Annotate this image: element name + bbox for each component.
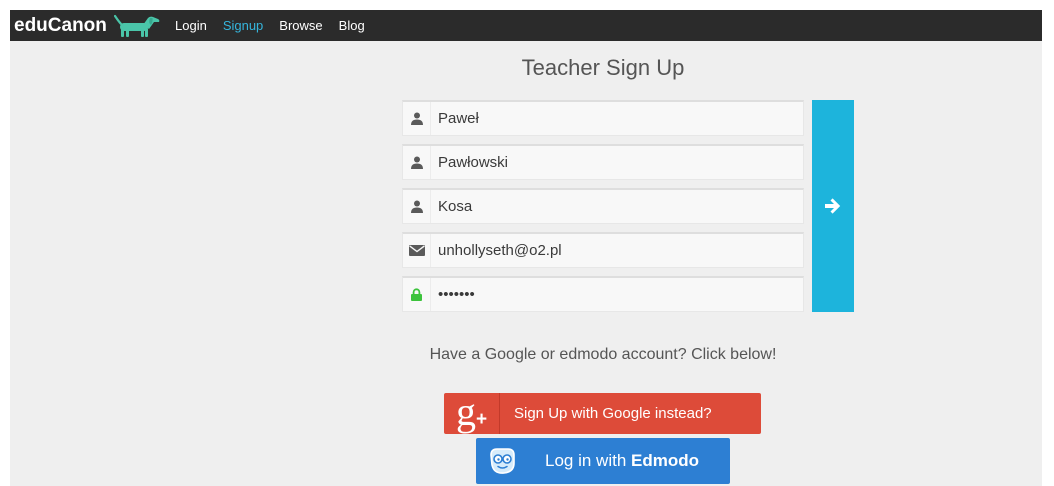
edmodo-icon [487,446,517,476]
signup-column: Teacher Sign Up Paweł Pawłowski Kosa unh… [402,41,804,486]
nav-link-blog[interactable]: Blog [339,18,365,34]
last-name-input[interactable] [431,146,803,179]
email-input[interactable] [431,234,803,267]
user-icon [403,146,431,179]
edmodo-login-button[interactable]: Log in with Edmodo [476,438,730,484]
edmodo-label-prefix: Log in with [545,451,627,470]
top-navbar: eduCanon Login Signup Browse Blog [10,10,1042,41]
social-login-prompt: Have a Google or edmodo account? Click b… [429,346,777,363]
nav-link-signup[interactable]: Signup [223,18,263,34]
google-signup-label: Sign Up with Google instead? [514,405,712,422]
nav-link-browse[interactable]: Browse [279,18,322,34]
google-plus-icon: g+ [444,393,500,434]
user-icon [403,190,431,223]
last-name-field-group [402,144,804,180]
google-plus-logo-text: g+ [455,393,488,434]
username-input[interactable] [431,190,803,223]
lock-icon [403,278,431,311]
password-field-group [402,276,804,312]
brand-link[interactable]: eduCanon [14,10,160,41]
email-field-group [402,232,804,268]
dachshund-logo-icon [113,13,160,39]
envelope-icon [403,234,431,267]
google-signup-button[interactable]: g+ Sign Up with Google instead? [444,393,761,434]
first-name-input[interactable] [431,102,803,135]
first-name-field-group [402,100,804,136]
page-title: Teacher Sign Up [521,55,685,80]
nav-links: Login Signup Browse Blog [175,10,365,41]
username-field-group [402,188,804,224]
arrow-right-icon [824,197,842,215]
nav-link-login[interactable]: Login [175,18,207,34]
user-icon [403,102,431,135]
edmodo-login-label: Log in with Edmodo [545,438,699,484]
main-content: Teacher Sign Up Paweł Pawłowski Kosa unh… [10,41,1042,486]
brand-name: eduCanon [14,14,107,36]
edmodo-label-brand: Edmodo [631,451,700,470]
submit-signup-button[interactable] [812,100,854,312]
password-input[interactable] [431,278,803,311]
signup-form [402,100,804,320]
